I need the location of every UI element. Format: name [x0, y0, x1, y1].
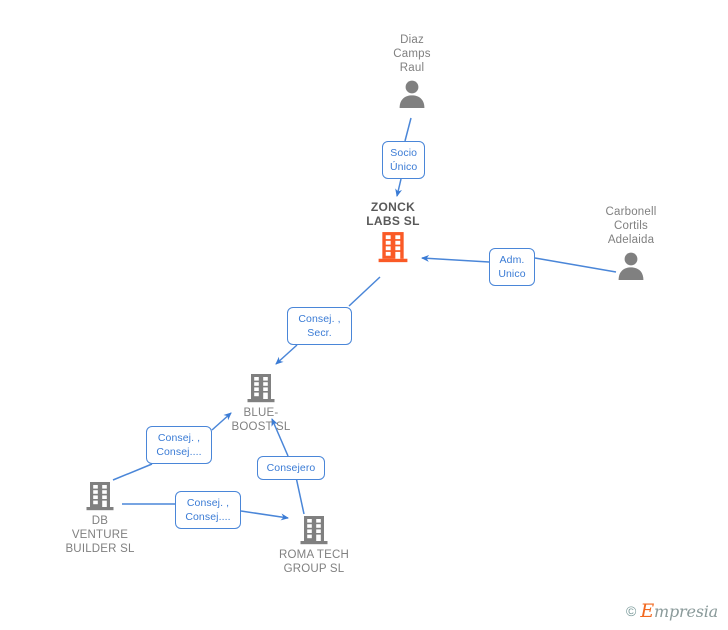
building-icon [85, 481, 115, 511]
org-chart-canvas: Diaz Camps Raul ZONCK LABS SL Carbonell Co… [0, 0, 728, 630]
building-icon [246, 373, 276, 403]
node-carbonell[interactable]: Carbonell Cortils Adelaida [571, 205, 691, 280]
node-blueboost[interactable]: BLUE- BOOST SL [201, 373, 321, 434]
relation-label-consejero-roma[interactable]: Consejero [257, 456, 325, 480]
node-dbventure[interactable]: DB VENTURE BUILDER SL [40, 481, 160, 556]
node-label-zonck: ZONCK LABS SL [366, 200, 420, 228]
edge-label-secr-to-blueboost [275, 344, 298, 365]
brand-rest: mpresia [654, 602, 718, 621]
person-icon [397, 78, 427, 108]
relation-label-consej-db-roma[interactable]: Consej. , Consej.... [175, 491, 241, 529]
building-glyph [86, 482, 114, 511]
person-glyph [399, 80, 425, 108]
node-zonck[interactable]: ZONCK LABS SL [333, 200, 453, 263]
edge-db-to-label-blue [112, 463, 153, 481]
copyright-icon: © [626, 603, 637, 619]
building-glyph [378, 232, 408, 263]
node-label-dbventure: DB VENTURE BUILDER SL [65, 515, 135, 555]
edge-zonck-to-label-secr [348, 276, 381, 307]
node-label-carbonell: Carbonell Cortils Adelaida [605, 206, 657, 246]
edge-diaz-to-label [404, 117, 412, 142]
relation-label-socio-unico[interactable]: Socio Único [382, 141, 426, 179]
brand-wordmark: Empresia [640, 600, 718, 622]
person-glyph [618, 252, 644, 280]
empresia-watermark: © Empresia [626, 600, 718, 622]
node-label-romatech: ROMA TECH GROUP SL [279, 549, 349, 575]
edge-romatech-to-label [295, 476, 305, 515]
relation-label-consej-db-blue[interactable]: Consej. , Consej.... [146, 426, 212, 464]
building-glyph [300, 516, 328, 545]
relation-label-consej-secr[interactable]: Consej. , Secr. [287, 307, 352, 345]
building-icon [299, 515, 329, 545]
edge-label-to-zonck [395, 178, 403, 197]
brand-initial: E [640, 600, 654, 622]
relation-label-adm-unico[interactable]: Adm. Unico [489, 248, 535, 286]
building-glyph [247, 374, 275, 403]
node-label-blueboost: BLUE- BOOST SL [231, 407, 291, 433]
node-diaz[interactable]: Diaz Camps Raul [352, 33, 472, 108]
node-romatech[interactable]: ROMA TECH GROUP SL [254, 515, 374, 576]
node-label-diaz: Diaz Camps Raul [393, 34, 431, 74]
building-icon [377, 231, 409, 263]
person-icon [616, 250, 646, 280]
